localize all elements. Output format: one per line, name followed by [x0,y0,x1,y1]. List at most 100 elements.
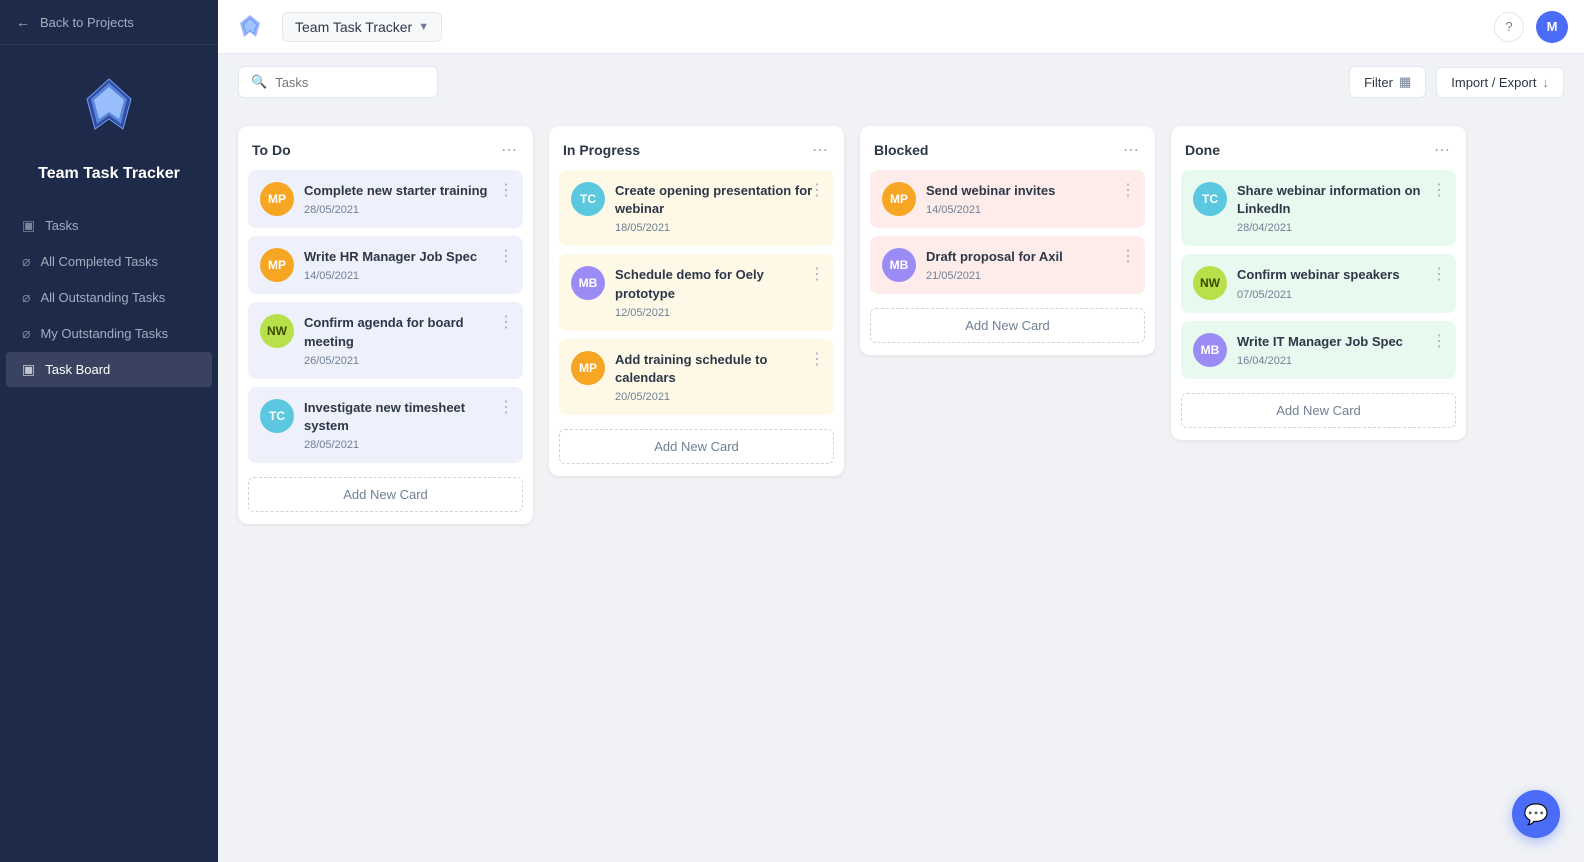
sidebar-item-my-outstanding[interactable]: ⌀ My Outstanding Tasks [6,316,212,351]
chevron-down-icon: ▼ [418,21,429,33]
back-to-projects[interactable]: ← Back to Projects [0,0,218,45]
filter-button[interactable]: Filter ▦ [1349,66,1426,98]
chat-button[interactable]: 💬 [1512,790,1560,838]
card-c5-content: Create opening presentation for webinar … [615,182,822,234]
card-c4-content: Investigate new timesheet system 28/05/2… [304,399,511,451]
card-c7-menu[interactable]: ⋮ [809,349,826,369]
card-c1[interactable]: MP Complete new starter training 28/05/2… [248,170,523,228]
card-c9-title: Draft proposal for Axil [926,248,1133,266]
card-c11-menu[interactable]: ⋮ [1431,264,1448,284]
sidebar: ← Back to Projects Team Task Tracker ▣ T… [0,0,218,862]
column-done-menu[interactable]: ⋯ [1434,140,1452,160]
board-icon: ▣ [22,361,35,378]
card-c11[interactable]: NW Confirm webinar speakers 07/05/2021 ⋮ [1181,254,1456,312]
card-c4-menu[interactable]: ⋮ [498,397,515,417]
search-input[interactable] [275,75,425,90]
card-c6[interactable]: MB Schedule demo for Oely prototype 12/0… [559,254,834,330]
search-box[interactable]: 🔍 [238,66,438,98]
card-c9[interactable]: MB Draft proposal for Axil 21/05/2021 ⋮ [870,236,1145,294]
my-outstanding-icon: ⌀ [22,325,30,342]
column-todo-title: To Do [252,142,291,158]
card-c6-date: 12/05/2021 [615,307,822,319]
filter-label: Filter [1364,75,1393,90]
card-c3-menu[interactable]: ⋮ [498,312,515,332]
card-c10-title: Share webinar information on LinkedIn [1237,182,1444,218]
sidebar-item-task-board[interactable]: ▣ Task Board [6,352,212,387]
column-inprogress: In Progress ⋯ TC Create opening presenta… [549,126,844,476]
add-card-done[interactable]: Add New Card [1181,393,1456,428]
card-c12-title: Write IT Manager Job Spec [1237,333,1444,351]
add-card-todo[interactable]: Add New Card [248,477,523,512]
card-c10-menu[interactable]: ⋮ [1431,180,1448,200]
card-c10[interactable]: TC Share webinar information on LinkedIn… [1181,170,1456,246]
column-todo: To Do ⋯ MP Complete new starter training… [238,126,533,524]
column-blocked-body: MP Send webinar invites 14/05/2021 ⋮ MB … [860,170,1155,302]
chat-icon: 💬 [1524,802,1549,827]
card-c2-date: 14/05/2021 [304,270,511,282]
avatar-c2: MP [260,248,294,282]
card-c7[interactable]: MP Add training schedule to calendars 20… [559,339,834,415]
card-c10-content: Share webinar information on LinkedIn 28… [1237,182,1444,234]
column-inprogress-body: TC Create opening presentation for webin… [549,170,844,423]
card-c8-menu[interactable]: ⋮ [1120,180,1137,200]
outstanding-icon: ⌀ [22,289,30,306]
card-c3-title: Confirm agenda for board meeting [304,314,511,350]
grid-icon: ▣ [22,217,35,234]
column-inprogress-header: In Progress ⋯ [549,126,844,170]
card-c5-title: Create opening presentation for webinar [615,182,822,218]
sidebar-item-all-outstanding[interactable]: ⌀ All Outstanding Tasks [6,280,212,315]
card-c8-date: 14/05/2021 [926,204,1133,216]
column-inprogress-menu[interactable]: ⋯ [812,140,830,160]
card-c12[interactable]: MB Write IT Manager Job Spec 16/04/2021 … [1181,321,1456,379]
sidebar-item-all-completed[interactable]: ⌀ All Completed Tasks [6,244,212,279]
sidebar-item-tasks[interactable]: ▣ Tasks [6,208,212,243]
card-c9-menu[interactable]: ⋮ [1120,246,1137,266]
card-c4[interactable]: TC Investigate new timesheet system 28/0… [248,387,523,463]
card-c1-menu[interactable]: ⋮ [498,180,515,200]
avatar-c5: TC [571,182,605,216]
card-c2[interactable]: MP Write HR Manager Job Spec 14/05/2021 … [248,236,523,294]
card-c8[interactable]: MP Send webinar invites 14/05/2021 ⋮ [870,170,1145,228]
card-c3-content: Confirm agenda for board meeting 26/05/2… [304,314,511,366]
card-c6-title: Schedule demo for Oely prototype [615,266,822,302]
import-export-button[interactable]: Import / Export ↓ [1436,67,1564,98]
card-c6-menu[interactable]: ⋮ [809,264,826,284]
column-done-title: Done [1185,142,1220,158]
card-c12-menu[interactable]: ⋮ [1431,331,1448,351]
column-todo-menu[interactable]: ⋯ [501,140,519,160]
avatar-c12: MB [1193,333,1227,367]
card-c2-menu[interactable]: ⋮ [498,246,515,266]
avatar-c10: TC [1193,182,1227,216]
avatar-c8: MP [882,182,916,216]
topbar: Team Task Tracker ▼ ? M [218,0,1584,54]
user-avatar[interactable]: M [1536,11,1568,43]
card-c11-title: Confirm webinar speakers [1237,266,1444,284]
column-todo-body: MP Complete new starter training 28/05/2… [238,170,533,471]
card-c11-date: 07/05/2021 [1237,289,1444,301]
card-c7-date: 20/05/2021 [615,391,822,403]
avatar-c6: MB [571,266,605,300]
column-blocked: Blocked ⋯ MP Send webinar invites 14/05/… [860,126,1155,355]
add-card-blocked[interactable]: Add New Card [870,308,1145,343]
task-board: To Do ⋯ MP Complete new starter training… [218,110,1584,862]
column-todo-header: To Do ⋯ [238,126,533,170]
card-c5-menu[interactable]: ⋮ [809,180,826,200]
card-c1-title: Complete new starter training [304,182,511,200]
column-blocked-menu[interactable]: ⋯ [1123,140,1141,160]
help-button[interactable]: ? [1494,12,1524,42]
card-c5[interactable]: TC Create opening presentation for webin… [559,170,834,246]
card-c1-date: 28/05/2021 [304,204,511,216]
project-selector[interactable]: Team Task Tracker ▼ [282,12,442,42]
card-c9-content: Draft proposal for Axil 21/05/2021 [926,248,1133,282]
card-c9-date: 21/05/2021 [926,270,1133,282]
card-c3[interactable]: NW Confirm agenda for board meeting 26/0… [248,302,523,378]
card-c1-content: Complete new starter training 28/05/2021 [304,182,511,216]
question-icon: ? [1505,19,1512,34]
add-card-inprogress[interactable]: Add New Card [559,429,834,464]
sidebar-nav: ▣ Tasks ⌀ All Completed Tasks ⌀ All Outs… [0,199,218,396]
avatar-c7: MP [571,351,605,385]
sidebar-item-all-completed-label: All Completed Tasks [40,254,158,269]
card-c8-content: Send webinar invites 14/05/2021 [926,182,1133,216]
avatar-c11: NW [1193,266,1227,300]
project-selector-label: Team Task Tracker [295,19,412,35]
